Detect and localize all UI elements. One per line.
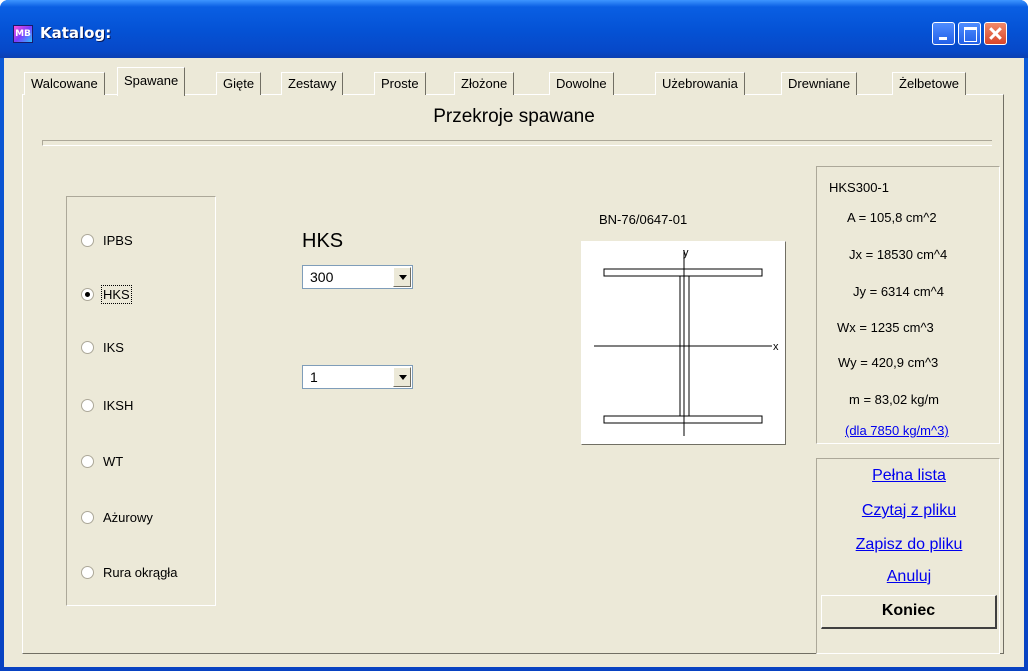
profile-heading: HKS [302, 230, 344, 252]
variant-select[interactable]: 1 [302, 365, 413, 389]
size-select[interactable]: 300 [302, 265, 413, 289]
full-list-link[interactable]: Pełna lista [817, 467, 1001, 485]
radio-label: IKS [103, 339, 124, 355]
save-file-link[interactable]: Zapisz do pliku [817, 536, 1001, 554]
radio-iks[interactable]: IKS [81, 338, 124, 356]
radio-ipbs[interactable]: IPBS [81, 231, 133, 249]
profile-type-group: IPBS HKS IKS IKSH WT Ażurowy Rura okrągł… [66, 196, 216, 606]
radio-label: HKS [101, 284, 132, 304]
tab-giete[interactable]: Gięte [216, 72, 262, 95]
read-file-link[interactable]: Czytaj z pliku [817, 502, 1001, 520]
radio-label: Rura okrągła [103, 564, 178, 580]
tab-spawane[interactable]: Spawane [117, 67, 186, 96]
radio-label: IKSH [103, 397, 134, 413]
i-beam-diagram: y x [594, 247, 779, 436]
prop-wy: Wy = 420,9 cm^3 [838, 355, 939, 370]
tab-drewniane[interactable]: Drewniane [781, 72, 858, 95]
x-axis-label: x [773, 341, 779, 353]
prop-jx: Jx = 18530 cm^4 [849, 247, 948, 262]
radio-iksh[interactable]: IKSH [81, 396, 133, 414]
tab-zelbetowe[interactable]: Żelbetowe [892, 72, 966, 95]
density-link[interactable]: (dla 7850 kg/m^3) [845, 423, 949, 438]
top-flange [603, 268, 763, 277]
tab-walcowane[interactable]: Walcowane [24, 72, 105, 95]
radio-button[interactable] [81, 398, 94, 412]
section-name: HKS300-1 [829, 180, 889, 195]
title-bar[interactable]: MB Katalog: [0, 0, 1028, 58]
actions-panel: Pełna lista Czytaj z pliku Zapisz do pli… [816, 458, 1000, 654]
properties-panel: HKS300-1 A = 105,8 cm^2 Jx = 18530 cm^4 … [816, 166, 1000, 444]
chevron-down-icon[interactable] [393, 267, 411, 287]
bottom-flange [603, 415, 763, 424]
prop-mass: m = 83,02 kg/m [849, 392, 939, 407]
size-select-value: 300 [310, 269, 334, 285]
window-title: Katalog: [40, 24, 112, 42]
prop-area: A = 105,8 cm^2 [847, 210, 937, 225]
tab-proste[interactable]: Proste [374, 72, 426, 95]
radio-button[interactable] [81, 510, 94, 524]
radio-button[interactable] [81, 287, 94, 301]
radio-rura-okragla[interactable]: Rura okrągła [81, 563, 177, 581]
chevron-down-icon[interactable] [393, 367, 411, 387]
radio-label: WT [103, 453, 124, 469]
radio-button[interactable] [81, 454, 94, 468]
radio-label: IPBS [103, 232, 133, 248]
prop-wx: Wx = 1235 cm^3 [837, 320, 934, 335]
cancel-link[interactable]: Anuluj [817, 568, 1001, 586]
variant-select-value: 1 [310, 369, 318, 385]
tab-zestawy[interactable]: Zestawy [281, 72, 344, 95]
maximize-button[interactable] [958, 22, 981, 45]
tab-dowolne[interactable]: Dowolne [549, 72, 614, 95]
client-area: Walcowane Spawane Gięte Zestawy Proste Z… [4, 58, 1024, 667]
radio-button[interactable] [81, 340, 94, 354]
radio-label: Ażurowy [103, 509, 153, 525]
tab-zlozone[interactable]: Złożone [454, 72, 515, 95]
y-axis-label: y [683, 247, 689, 259]
section-divider [42, 140, 992, 146]
radio-hks[interactable]: HKS [81, 284, 132, 304]
close-button[interactable] [984, 22, 1007, 45]
section-title: Przekroje spawane [433, 106, 595, 127]
tab-uzebrowania[interactable]: Użebrowania [655, 72, 745, 95]
radio-wt[interactable]: WT [81, 452, 123, 470]
radio-button[interactable] [81, 233, 94, 247]
end-button[interactable]: Koniec [821, 595, 997, 629]
app-icon: MB [13, 25, 33, 43]
cross-section-drawing: y x [581, 241, 786, 445]
radio-button[interactable] [81, 565, 94, 579]
radio-azurowy[interactable]: Ażurowy [81, 508, 153, 526]
norm-label: BN-76/0647-01 [599, 212, 688, 227]
katalog-window: MB Katalog: Walcowane Spawane Gięte Zest… [0, 0, 1028, 671]
prop-jy: Jy = 6314 cm^4 [853, 284, 945, 299]
minimize-button[interactable] [932, 22, 955, 45]
